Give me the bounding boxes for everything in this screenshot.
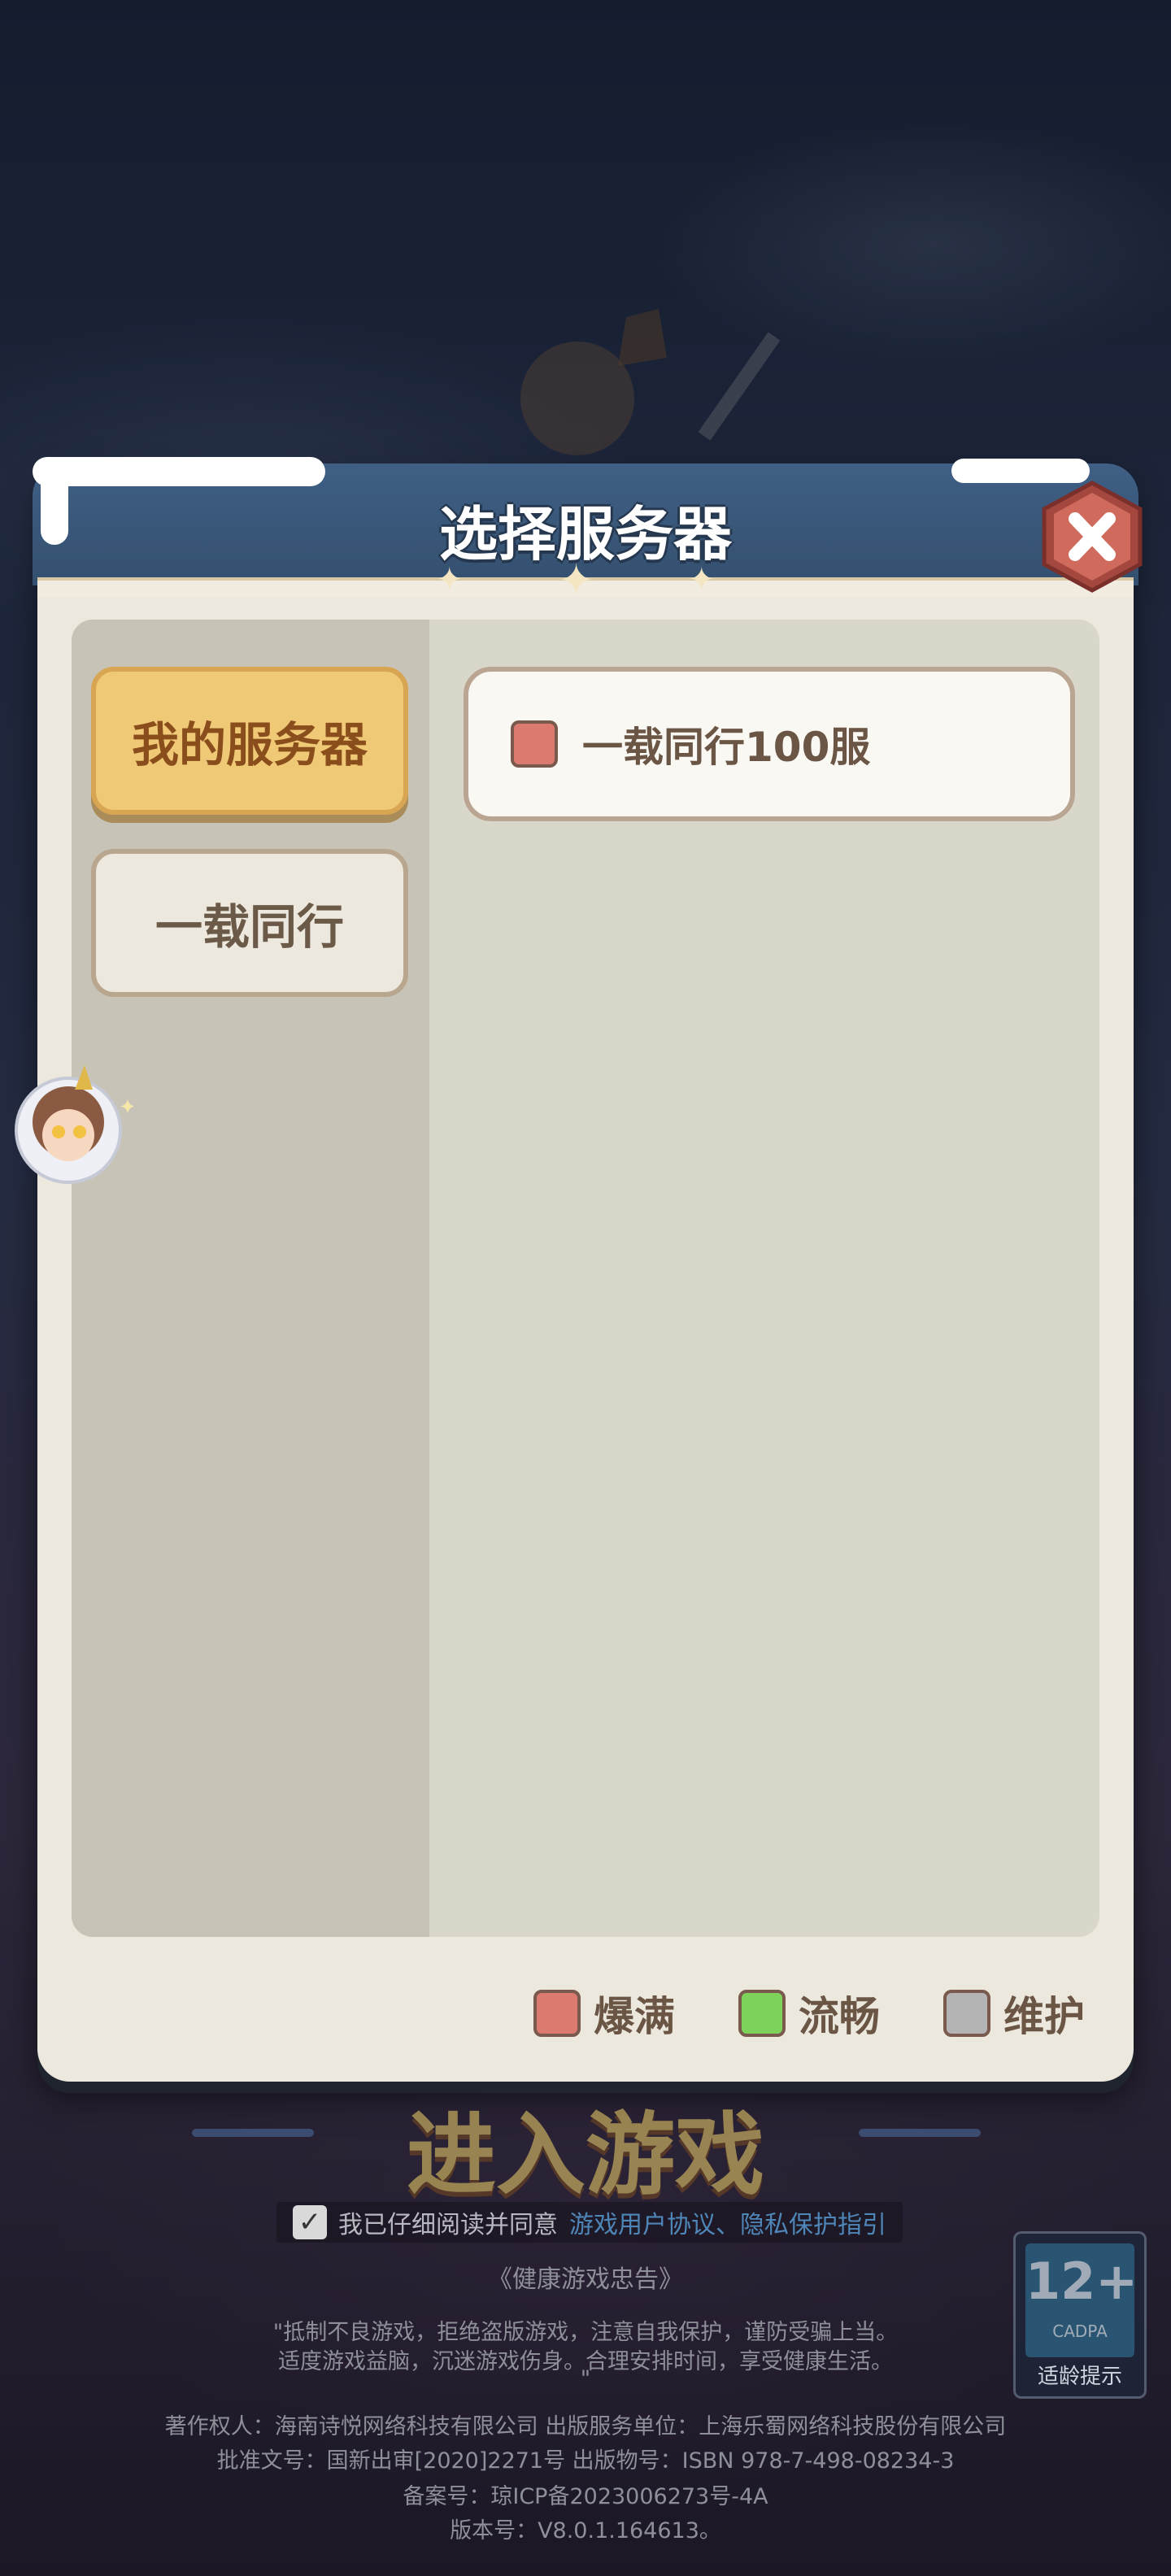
star-icon: ✦	[436, 561, 464, 598]
server-list-item[interactable]: 一载同行100服	[464, 667, 1075, 821]
legend-label: 维护	[1003, 1993, 1085, 2040]
server-select-dialog: 选择服务器 ✦ ✦ ✦ 我的服务器 一载同行 一载同行100服 爆满 流畅 维护	[33, 457, 1143, 2082]
status-legend: 爆满 流畅 维护	[533, 1984, 1085, 2043]
health-advice-line: "抵制不良游戏，拒绝盗版游戏，注意自我保护，谨防受骗上当。	[272, 2320, 899, 2345]
health-advice-line: "	[580, 2366, 591, 2391]
legend-swatch	[738, 1990, 786, 2037]
agreement-text: 我已仔细阅读并同意	[338, 2211, 558, 2239]
star-icon: ✦	[688, 561, 716, 598]
legend-label: 流畅	[799, 1993, 880, 2040]
status-full-indicator	[511, 720, 558, 768]
svg-text:✦: ✦	[119, 1095, 133, 1120]
server-name: 一载同行100服	[582, 724, 871, 771]
legend-label: 爆满	[594, 1993, 675, 2040]
copyright-text: 著作权人：海南诗悦网络科技有限公司 出版服务单位：上海乐蜀网络科技股份有限公司	[164, 2414, 1007, 2439]
legend-item-smooth: 流畅	[738, 1984, 880, 2043]
tab-my-servers[interactable]: 我的服务器	[91, 667, 408, 815]
snow-decoration	[33, 457, 325, 486]
legend-item-maintenance: 维护	[943, 1984, 1085, 2043]
agreement-link[interactable]: 游戏用户协议、隐私保护指引	[569, 2204, 886, 2240]
icp-text: 备案号：琼ICP备2023006273号-4A	[403, 2484, 768, 2509]
star-icon: ✦	[558, 555, 595, 606]
floating-avatar-icon[interactable]: ✦	[11, 1057, 133, 1187]
tab-yizai-tongxing[interactable]: 一载同行	[91, 849, 408, 997]
server-group-sidebar: 我的服务器 一载同行	[72, 620, 429, 1937]
close-button[interactable]	[1039, 480, 1145, 594]
legend-swatch	[533, 1990, 581, 2037]
agreement-row: ✓ 我已仔细阅读并同意 游戏用户协议、隐私保护指引	[276, 2202, 903, 2243]
version-text: 版本号：V8.0.1.164613。	[450, 2518, 721, 2543]
legend-swatch	[943, 1990, 990, 2037]
health-advice-title: 《健康游戏忠告》	[488, 2265, 683, 2294]
legend-item-full: 爆满	[533, 1984, 675, 2043]
enter-game-button[interactable]: 进入游戏	[0, 2082, 1171, 2212]
approval-text: 批准文号：国新出审[2020]2271号 出版物号：ISBN 978-7-498…	[216, 2448, 955, 2474]
server-panel: 我的服务器 一载同行 一载同行100服	[72, 620, 1099, 1937]
agreement-checkbox[interactable]: ✓	[293, 2205, 327, 2239]
